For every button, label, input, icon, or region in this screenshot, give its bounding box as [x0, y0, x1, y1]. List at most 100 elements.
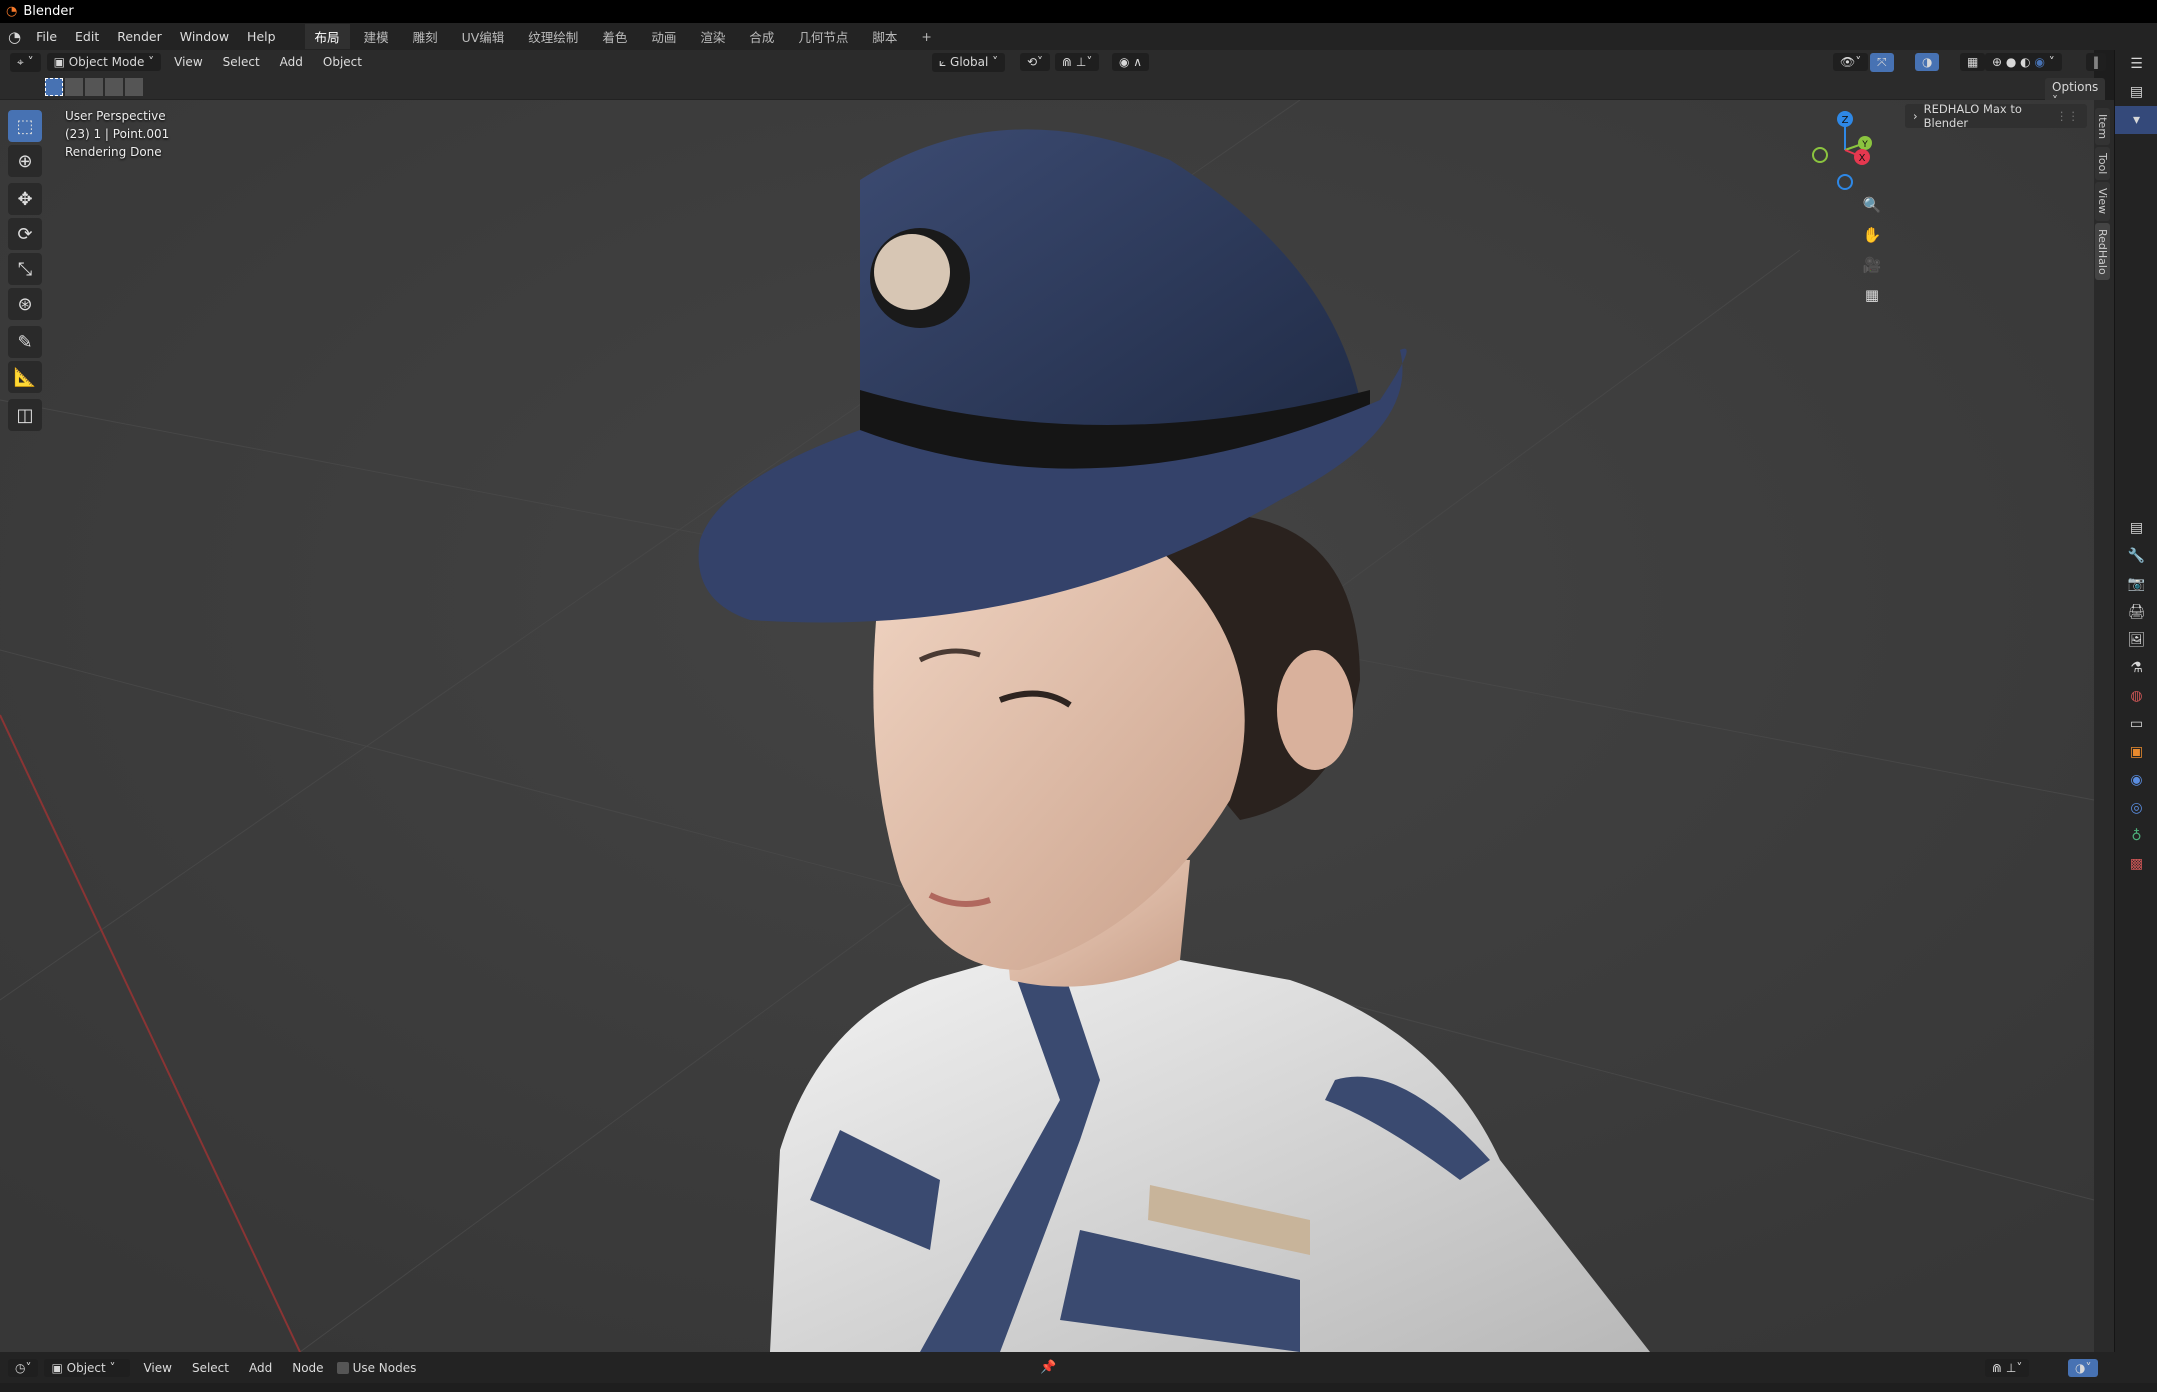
drag-handle-icon[interactable]: ⋮⋮ — [2056, 109, 2079, 123]
view-layer-properties-icon[interactable]: 🖼 — [2115, 626, 2157, 654]
pan-hand-icon[interactable]: ✋ — [1858, 221, 1886, 249]
blender-logo-icon: ◔ — [6, 4, 18, 19]
outliner-filter-icon[interactable]: ▤ — [2115, 78, 2157, 106]
collection-properties-icon[interactable]: ▭ — [2115, 710, 2157, 738]
z-axis-label: Z — [1842, 115, 1849, 126]
ortho-grid-icon[interactable]: ▦ — [1858, 281, 1886, 309]
render-properties-icon[interactable]: 📷 — [2115, 570, 2157, 598]
object-data-properties-icon[interactable]: ♁ — [2115, 822, 2157, 850]
sidebar-tab-redhalo[interactable]: RedHalo — [2095, 222, 2110, 281]
blender-menu-icon[interactable]: ◔ — [8, 28, 21, 46]
add-workspace-button[interactable]: + — [911, 26, 941, 47]
top-menu-bar: ◔ File Edit Render Window Help 布局 建模 雕刻 … — [0, 23, 2157, 50]
bottom-add-menu[interactable]: Add — [242, 1359, 279, 1377]
transform-tool-icon[interactable]: ⊛ — [8, 288, 42, 320]
view-menu[interactable]: View — [167, 53, 209, 71]
physics-properties-icon[interactable]: ◎ — [2115, 794, 2157, 822]
workspace-tab-animation[interactable]: 动画 — [641, 24, 686, 49]
workspace-tab-layout[interactable]: 布局 — [304, 24, 350, 49]
select-menu[interactable]: Select — [216, 53, 267, 71]
workspace-tab-shading[interactable]: 着色 — [592, 24, 637, 49]
move-tool-icon[interactable]: ✥ — [8, 183, 42, 215]
shading-modes[interactable]: ⊕ ● ◐ ◉ ˅ — [1985, 53, 2062, 71]
sidebar-tab-tool[interactable]: Tool — [2095, 147, 2110, 181]
workspace-tab-uv-editing[interactable]: UV编辑 — [452, 24, 515, 49]
object-menu[interactable]: Object — [316, 53, 369, 71]
output-properties-icon[interactable]: 🖨 — [2115, 598, 2157, 626]
overlay-bottom-toggle[interactable]: ◑˅ — [2068, 1358, 2099, 1377]
add-menu[interactable]: Add — [273, 53, 310, 71]
menu-edit[interactable]: Edit — [68, 26, 106, 47]
pin-icon[interactable]: 📌 — [1040, 1360, 1056, 1375]
select-subtract-icon[interactable] — [85, 78, 103, 96]
bottom-select-menu[interactable]: Select — [185, 1359, 236, 1377]
menu-file[interactable]: File — [29, 26, 64, 47]
menu-help[interactable]: Help — [240, 26, 283, 47]
editor-type-button-bottom[interactable]: ◷˅ — [8, 1358, 39, 1377]
tool-properties-icon[interactable]: 🔧 — [2115, 542, 2157, 570]
use-nodes-checkbox[interactable]: Use Nodes — [336, 1361, 416, 1375]
workspace-tab-scripting[interactable]: 脚本 — [862, 24, 907, 49]
annotate-tool-icon[interactable]: ✎ — [8, 326, 42, 358]
sidebar-tab-view[interactable]: View — [2095, 182, 2110, 221]
viewport-render-status: Rendering Done — [65, 145, 162, 159]
editor-type-button[interactable]: ⌖ ˅ — [10, 52, 41, 72]
overlay-toggle[interactable]: ◑ — [1915, 53, 1940, 71]
sidebar-tab-item[interactable]: Item — [2095, 108, 2110, 146]
pivot-point-button[interactable]: ⟲˅ — [1020, 53, 1051, 71]
menu-render[interactable]: Render — [110, 26, 169, 47]
orientation-icon: ⟀ — [939, 54, 951, 69]
workspace-tab-rendering[interactable]: 渲染 — [690, 24, 735, 49]
workspace-tab-texture-paint[interactable]: 纹理绘制 — [518, 24, 588, 49]
modifier-properties-icon[interactable]: ◉ — [2115, 766, 2157, 794]
pause-button[interactable]: ‖ — [2086, 53, 2106, 71]
redhalo-panel-header[interactable]: › REDHALO Max to Blender ⋮⋮ — [1905, 102, 2087, 130]
viewport-nav-buttons: 🔍 ✋ 🎥 ▦ — [1858, 191, 1886, 309]
xray-toggle[interactable]: ▦ — [1960, 53, 1986, 71]
object-properties-icon[interactable]: ▣ — [2115, 738, 2157, 766]
select-box-tool-icon[interactable]: ⬚ — [8, 110, 42, 142]
outliner-selected-row[interactable]: ▾ — [2115, 106, 2157, 134]
select-intersect-icon[interactable] — [125, 78, 143, 96]
chevron-right-icon: › — [1913, 109, 1918, 123]
gizmo-toggle[interactable]: ⤧ — [1870, 52, 1894, 72]
snap-bottom-button[interactable]: ⋒ ⊥˅ — [1985, 1358, 2030, 1377]
add-cube-tool-icon[interactable]: ◫ — [8, 399, 42, 431]
scene-render — [0, 100, 2094, 1352]
viewport-perspective-label: User Perspective — [65, 109, 166, 123]
3d-viewport[interactable] — [0, 100, 2094, 1352]
texture-properties-icon[interactable]: ▩ — [2115, 850, 2157, 878]
cursor-tool-icon[interactable]: ⊕ — [8, 145, 42, 177]
viewport-object-info: (23) 1 | Point.001 — [65, 127, 170, 141]
mode-dropdown[interactable]: ▣ Object Mode ˅ — [46, 53, 162, 71]
select-extend-icon[interactable] — [65, 78, 83, 96]
camera-view-icon[interactable]: 🎥 — [1858, 251, 1886, 279]
workspace-tab-geometry-nodes[interactable]: 几何节点 — [788, 24, 858, 49]
app-title: Blender — [23, 4, 74, 19]
transform-orientation-dropdown[interactable]: ⟀ Global ˅ — [932, 52, 1006, 72]
world-properties-icon[interactable]: ◍ — [2115, 682, 2157, 710]
workspace-tab-compositing[interactable]: 合成 — [739, 24, 784, 49]
bottom-node-menu[interactable]: Node — [285, 1359, 330, 1377]
viewport-header: ⌖ ˅ ▣ Object Mode ˅ View Select Add Obje… — [0, 50, 2106, 74]
bottom-view-menu[interactable]: View — [136, 1359, 178, 1377]
workspace-tab-modeling[interactable]: 建模 — [354, 24, 399, 49]
snap-button[interactable]: ⋒ ⊥˅ — [1055, 53, 1100, 71]
navigation-gizmo[interactable]: Z Y X — [1800, 105, 1890, 195]
workspace-tab-sculpting[interactable]: 雕刻 — [403, 24, 448, 49]
tool-header: Options ˅ — [0, 74, 2106, 110]
properties-editor-icon[interactable]: ▤ — [2115, 514, 2157, 542]
timeline-strip — [0, 1383, 2157, 1392]
measure-tool-icon[interactable]: 📐 — [8, 361, 42, 393]
visibility-button[interactable]: 👁˅ — [1833, 53, 1869, 71]
outliner-editor-icon[interactable]: ☰ — [2115, 50, 2157, 78]
scene-properties-icon[interactable]: ⚗ — [2115, 654, 2157, 682]
zoom-icon[interactable]: 🔍 — [1858, 191, 1886, 219]
select-invert-icon[interactable] — [105, 78, 123, 96]
object-type-dropdown[interactable]: ▣ Object ˅ — [44, 1358, 131, 1377]
rotate-tool-icon[interactable]: ⟳ — [8, 218, 42, 250]
select-new-icon[interactable] — [45, 78, 63, 96]
proportional-edit-button[interactable]: ◉ ∧ — [1112, 53, 1150, 71]
menu-window[interactable]: Window — [173, 26, 236, 47]
scale-tool-icon[interactable]: ⤡ — [8, 253, 42, 285]
